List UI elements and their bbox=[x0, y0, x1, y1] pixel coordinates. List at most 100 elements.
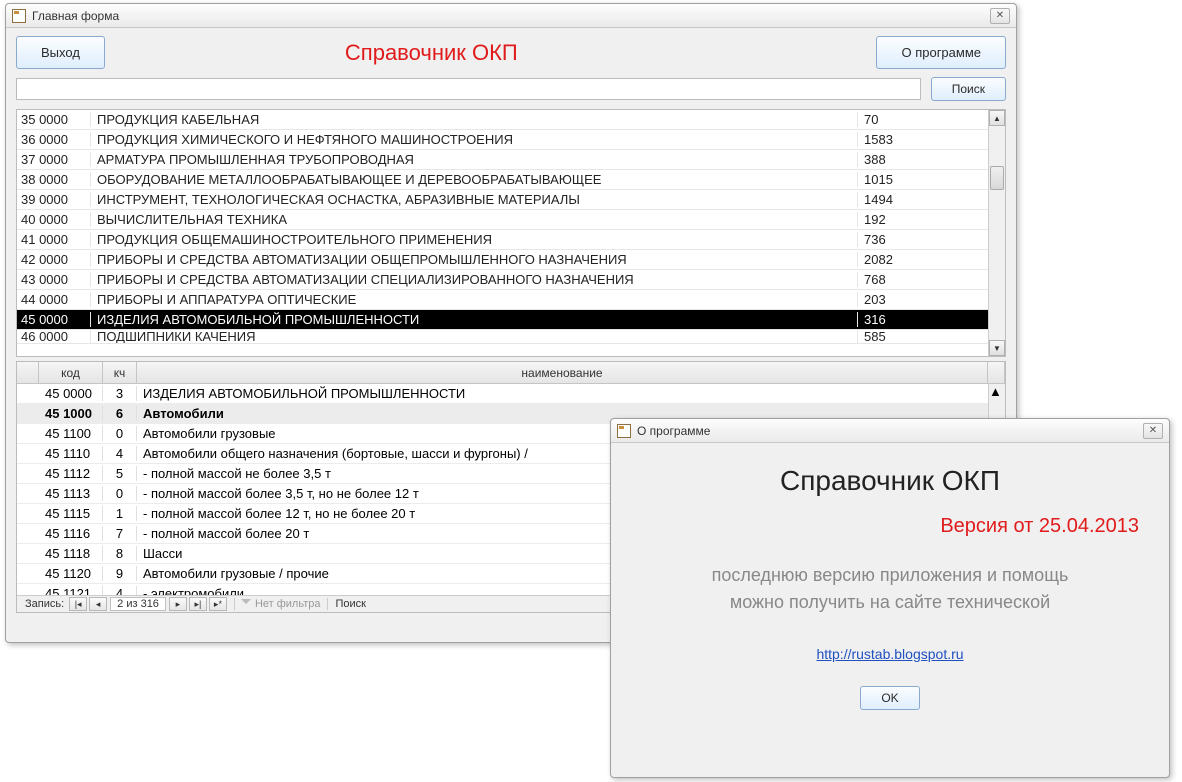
cell-name: ВЫЧИСЛИТЕЛЬНАЯ ТЕХНИКА bbox=[91, 212, 858, 227]
main-title: Главная форма bbox=[32, 9, 119, 23]
cell-kch: 9 bbox=[103, 566, 137, 581]
cell-code: 45 1110 bbox=[39, 446, 103, 461]
close-icon[interactable]: ✕ bbox=[990, 8, 1010, 24]
cell-code: 44 0000 bbox=[17, 292, 91, 307]
ok-button[interactable]: OK bbox=[860, 686, 919, 710]
about-title: О программе bbox=[637, 424, 710, 438]
form-icon bbox=[12, 9, 26, 23]
search-button[interactable]: Поиск bbox=[931, 77, 1006, 101]
about-version: Версия от 25.04.2013 bbox=[631, 515, 1139, 538]
list-row[interactable]: 46 0000ПОДШИПНИКИ КАЧЕНИЯ585 bbox=[17, 330, 988, 344]
cell-code: 39 0000 bbox=[17, 192, 91, 207]
cell-code: 45 0000 bbox=[17, 312, 91, 327]
scroll-down-icon[interactable]: ▼ bbox=[989, 340, 1005, 356]
cell-count: 388 bbox=[858, 152, 988, 167]
cell-kch: 6 bbox=[103, 406, 137, 421]
page-title: Справочник ОКП bbox=[345, 40, 518, 66]
list-row[interactable]: 37 0000АРМАТУРА ПРОМЫШЛЕННАЯ ТРУБОПРОВОД… bbox=[17, 150, 988, 170]
cell-code: 45 0000 bbox=[39, 386, 103, 401]
cell-count: 1015 bbox=[858, 172, 988, 187]
list-row[interactable]: 35 0000ПРОДУКЦИЯ КАБЕЛЬНАЯ70 bbox=[17, 110, 988, 130]
list-row[interactable]: 39 0000ИНСТРУМЕНТ, ТЕХНОЛОГИЧЕСКАЯ ОСНАС… bbox=[17, 190, 988, 210]
header-code[interactable]: код bbox=[39, 362, 103, 383]
cell-name: ИЗДЕЛИЯ АВТОМОБИЛЬНОЙ ПРОМЫШЛЕННОСТИ bbox=[137, 386, 988, 401]
search-bar: Поиск bbox=[6, 77, 1016, 107]
cell-count: 192 bbox=[858, 212, 988, 227]
cell-code: 46 0000 bbox=[17, 330, 91, 344]
toolbar: Выход Справочник ОКП О программе bbox=[6, 28, 1016, 77]
cell-name: ПРИБОРЫ И АППАРАТУРА ОПТИЧЕСКИЕ bbox=[91, 292, 858, 307]
cell-count: 1583 bbox=[858, 132, 988, 147]
list-row[interactable]: 38 0000ОБОРУДОВАНИЕ МЕТАЛЛООБРАБАТЫВАЮЩЕ… bbox=[17, 170, 988, 190]
cell-count: 70 bbox=[858, 112, 988, 127]
close-icon[interactable]: ✕ bbox=[1143, 423, 1163, 439]
cell-code: 45 1116 bbox=[39, 526, 103, 541]
cell-code: 35 0000 bbox=[17, 112, 91, 127]
about-titlebar: О программе ✕ bbox=[611, 419, 1169, 443]
cell-code: 37 0000 bbox=[17, 152, 91, 167]
cell-kch: 8 bbox=[103, 546, 137, 561]
cell-code: 36 0000 bbox=[17, 132, 91, 147]
nav-next-icon[interactable]: ▸ bbox=[169, 597, 187, 611]
list-row[interactable]: 44 0000ПРИБОРЫ И АППАРАТУРА ОПТИЧЕСКИЕ20… bbox=[17, 290, 988, 310]
cell-code: 40 0000 bbox=[17, 212, 91, 227]
nav-prev-icon[interactable]: ◂ bbox=[89, 597, 107, 611]
cell-code: 45 1000 bbox=[39, 406, 103, 421]
cell-code: 42 0000 bbox=[17, 252, 91, 267]
cell-count: 585 bbox=[858, 330, 988, 344]
cell-count: 203 bbox=[858, 292, 988, 307]
cell-kch: 1 bbox=[103, 506, 137, 521]
table-row[interactable]: 45 00003ИЗДЕЛИЯ АВТОМОБИЛЬНОЙ ПРОМЫШЛЕНН… bbox=[17, 384, 988, 404]
no-filter-label[interactable]: Нет фильтра bbox=[234, 598, 328, 610]
cell-kch: 3 bbox=[103, 386, 137, 401]
cell-kch: 5 bbox=[103, 466, 137, 481]
list-row[interactable]: 43 0000ПРИБОРЫ И СРЕДСТВА АВТОМАТИЗАЦИИ … bbox=[17, 270, 988, 290]
list-row[interactable]: 36 0000ПРОДУКЦИЯ ХИМИЧЕСКОГО И НЕФТЯНОГО… bbox=[17, 130, 988, 150]
cell-kch: 4 bbox=[103, 446, 137, 461]
cell-name: ПРОДУКЦИЯ ХИМИЧЕСКОГО И НЕФТЯНОГО МАШИНО… bbox=[91, 132, 858, 147]
cell-count: 768 bbox=[858, 272, 988, 287]
cell-kch: 0 bbox=[103, 486, 137, 501]
list-row[interactable]: 45 0000ИЗДЕЛИЯ АВТОМОБИЛЬНОЙ ПРОМЫШЛЕННО… bbox=[17, 310, 988, 330]
cell-kch: 0 bbox=[103, 426, 137, 441]
record-position[interactable]: 2 из 316 bbox=[110, 597, 166, 611]
list-row[interactable]: 42 0000ПРИБОРЫ И СРЕДСТВА АВТОМАТИЗАЦИИ … bbox=[17, 250, 988, 270]
filter-icon bbox=[241, 599, 251, 609]
scroll-up-icon[interactable]: ▲ bbox=[989, 384, 1005, 399]
nav-search-box[interactable]: Поиск bbox=[328, 598, 374, 610]
header-selector[interactable] bbox=[17, 362, 39, 383]
cell-code: 45 1100 bbox=[39, 426, 103, 441]
form-icon bbox=[617, 424, 631, 438]
search-input[interactable] bbox=[16, 78, 921, 100]
cell-count: 736 bbox=[858, 232, 988, 247]
cell-code: 45 1118 bbox=[39, 546, 103, 561]
about-body: Справочник ОКП Версия от 25.04.2013 посл… bbox=[611, 443, 1169, 728]
about-heading: Справочник ОКП bbox=[631, 465, 1149, 497]
scroll-up-icon[interactable]: ▲ bbox=[989, 110, 1005, 126]
detail-grid-header: код кч наименование bbox=[17, 362, 1005, 384]
about-link[interactable]: http://rustab.blogspot.ru bbox=[816, 646, 963, 662]
cell-name: ОБОРУДОВАНИЕ МЕТАЛЛООБРАБАТЫВАЮЩЕЕ И ДЕР… bbox=[91, 172, 858, 187]
about-dialog: О программе ✕ Справочник ОКП Версия от 2… bbox=[610, 418, 1170, 778]
header-name[interactable]: наименование bbox=[137, 362, 988, 383]
main-list: 35 0000ПРОДУКЦИЯ КАБЕЛЬНАЯ7036 0000ПРОДУ… bbox=[16, 109, 1006, 357]
main-titlebar: Главная форма ✕ bbox=[6, 4, 1016, 28]
main-list-vscroll[interactable]: ▲ ▼ bbox=[988, 110, 1005, 356]
cell-code: 45 1120 bbox=[39, 566, 103, 581]
cell-code: 38 0000 bbox=[17, 172, 91, 187]
about-button[interactable]: О программе bbox=[876, 36, 1006, 69]
record-label: Запись: bbox=[21, 598, 68, 610]
cell-kch: 7 bbox=[103, 526, 137, 541]
cell-name: ИЗДЕЛИЯ АВТОМОБИЛЬНОЙ ПРОМЫШЛЕННОСТИ bbox=[91, 312, 858, 327]
exit-button[interactable]: Выход bbox=[16, 36, 105, 69]
nav-last-icon[interactable]: ▸| bbox=[189, 597, 207, 611]
list-row[interactable]: 40 0000ВЫЧИСЛИТЕЛЬНАЯ ТЕХНИКА192 bbox=[17, 210, 988, 230]
nav-first-icon[interactable]: |◂ bbox=[69, 597, 87, 611]
cell-count: 2082 bbox=[858, 252, 988, 267]
nav-new-icon[interactable]: ▸* bbox=[209, 597, 227, 611]
header-kch[interactable]: кч bbox=[103, 362, 137, 383]
scroll-thumb[interactable] bbox=[990, 166, 1004, 190]
list-row[interactable]: 41 0000ПРОДУКЦИЯ ОБЩЕМАШИНОСТРОИТЕЛЬНОГО… bbox=[17, 230, 988, 250]
cell-name: АРМАТУРА ПРОМЫШЛЕННАЯ ТРУБОПРОВОДНАЯ bbox=[91, 152, 858, 167]
cell-kch: 4 bbox=[103, 586, 137, 595]
